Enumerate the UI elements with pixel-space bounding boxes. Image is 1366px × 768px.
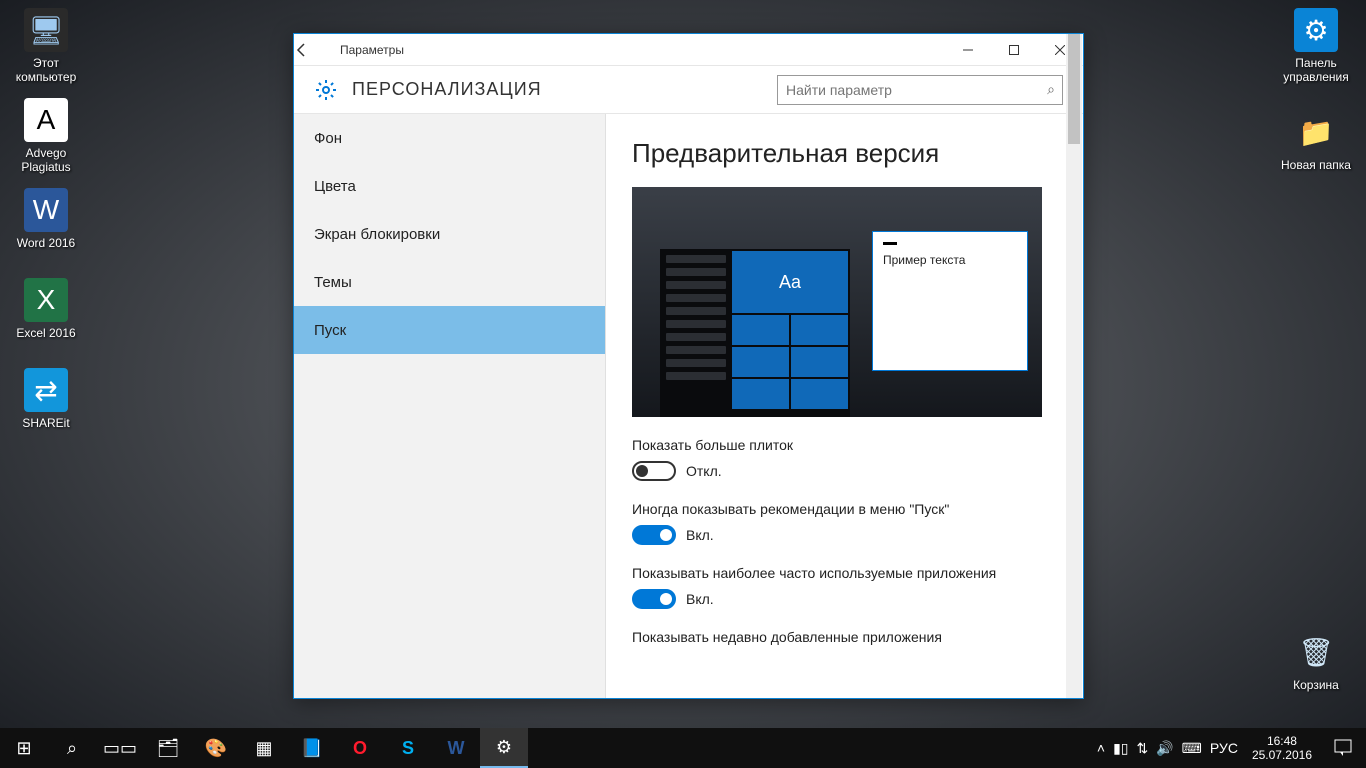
- maximize-button[interactable]: [991, 34, 1037, 66]
- search-input[interactable]: [777, 75, 1063, 105]
- sidebar-item-0[interactable]: Фон: [294, 114, 605, 162]
- sidebar-item-3[interactable]: Темы: [294, 258, 605, 306]
- search-icon: ⌕: [1047, 81, 1055, 98]
- settings-window: Параметры ПЕРСОНАЛИЗАЦИЯ ⌕ ФонЦветаЭкран…: [293, 33, 1084, 699]
- titlebar: Параметры: [294, 34, 1083, 66]
- setting-3: Показывать недавно добавленные приложени…: [632, 629, 1053, 645]
- content-heading: Предварительная версия: [632, 138, 1053, 169]
- taskbar-task-view[interactable]: ▭▭: [96, 728, 144, 768]
- back-button[interactable]: [294, 42, 340, 58]
- taskbar-calculator[interactable]: ▦: [240, 728, 288, 768]
- taskbar-notes[interactable]: 📘: [288, 728, 336, 768]
- keyboard-icon[interactable]: ⌨: [1182, 740, 1202, 757]
- settings-sidebar: ФонЦветаЭкран блокировкиТемыПуск: [294, 114, 606, 698]
- taskbar: ⊞⌕▭▭🗂🎨▦📘OSW⚙ ˄ ▮▯ ⇅ 🔊 ⌨ РУС 16:48 25.07.…: [0, 728, 1366, 768]
- setting-2: Показывать наиболее часто используемые п…: [632, 565, 1053, 609]
- sidebar-item-1[interactable]: Цвета: [294, 162, 605, 210]
- taskbar-start[interactable]: ⊞: [0, 728, 48, 768]
- desktop-icon-shareit[interactable]: ⇄SHAREit: [8, 368, 84, 430]
- wifi-icon[interactable]: ⇅: [1137, 740, 1149, 757]
- taskbar-clock[interactable]: 16:48 25.07.2016: [1244, 734, 1320, 762]
- taskbar-paint[interactable]: 🎨: [192, 728, 240, 768]
- desktop-icon-advego[interactable]: AAdvego Plagiatus: [8, 98, 84, 174]
- taskbar-settings-task[interactable]: ⚙: [480, 728, 528, 768]
- battery-icon[interactable]: ▮▯: [1113, 740, 1128, 757]
- tray-chevron-icon[interactable]: ˄: [1097, 740, 1105, 756]
- preview-tile-text: Aa: [732, 251, 848, 313]
- desktop-icon-new-folder[interactable]: 📁Новая папка: [1278, 110, 1354, 172]
- language-indicator[interactable]: РУС: [1210, 740, 1238, 756]
- desktop-icon-control-panel[interactable]: ⚙Панель управления: [1278, 8, 1354, 84]
- settings-header: ПЕРСОНАЛИЗАЦИЯ ⌕: [294, 66, 1083, 114]
- action-center-button[interactable]: [1320, 728, 1366, 768]
- toggle-1[interactable]: [632, 525, 676, 545]
- taskbar-skype[interactable]: S: [384, 728, 432, 768]
- taskbar-opera[interactable]: O: [336, 728, 384, 768]
- taskbar-search[interactable]: ⌕: [48, 728, 96, 768]
- toggle-0[interactable]: [632, 461, 676, 481]
- window-title: Параметры: [340, 43, 945, 57]
- settings-content: Предварительная версия Aa Пример текста …: [606, 114, 1083, 698]
- setting-0: Показать больше плитокОткл.: [632, 437, 1053, 481]
- category-title: ПЕРСОНАЛИЗАЦИЯ: [352, 79, 777, 100]
- system-tray: ˄ ▮▯ ⇅ 🔊 ⌨ РУС: [1091, 740, 1244, 757]
- content-scrollbar[interactable]: [1066, 34, 1082, 698]
- start-preview: Aa Пример текста: [632, 187, 1042, 417]
- setting-1: Иногда показывать рекомендации в меню "П…: [632, 501, 1053, 545]
- minimize-button[interactable]: [945, 34, 991, 66]
- sidebar-item-4[interactable]: Пуск: [294, 306, 605, 354]
- desktop-icon-recycle-bin[interactable]: 🗑Корзина: [1278, 630, 1354, 692]
- taskbar-file-explorer[interactable]: 🗂: [144, 728, 192, 768]
- preview-sample-window: Пример текста: [872, 231, 1028, 371]
- gear-icon: [314, 78, 338, 102]
- desktop-icon-this-pc[interactable]: 🖥Этот компьютер: [8, 8, 84, 84]
- desktop-icon-word[interactable]: WWord 2016: [8, 188, 84, 250]
- desktop-icon-excel[interactable]: XExcel 2016: [8, 278, 84, 340]
- toggle-2[interactable]: [632, 589, 676, 609]
- taskbar-word-task[interactable]: W: [432, 728, 480, 768]
- sidebar-item-2[interactable]: Экран блокировки: [294, 210, 605, 258]
- volume-icon[interactable]: 🔊: [1156, 740, 1173, 757]
